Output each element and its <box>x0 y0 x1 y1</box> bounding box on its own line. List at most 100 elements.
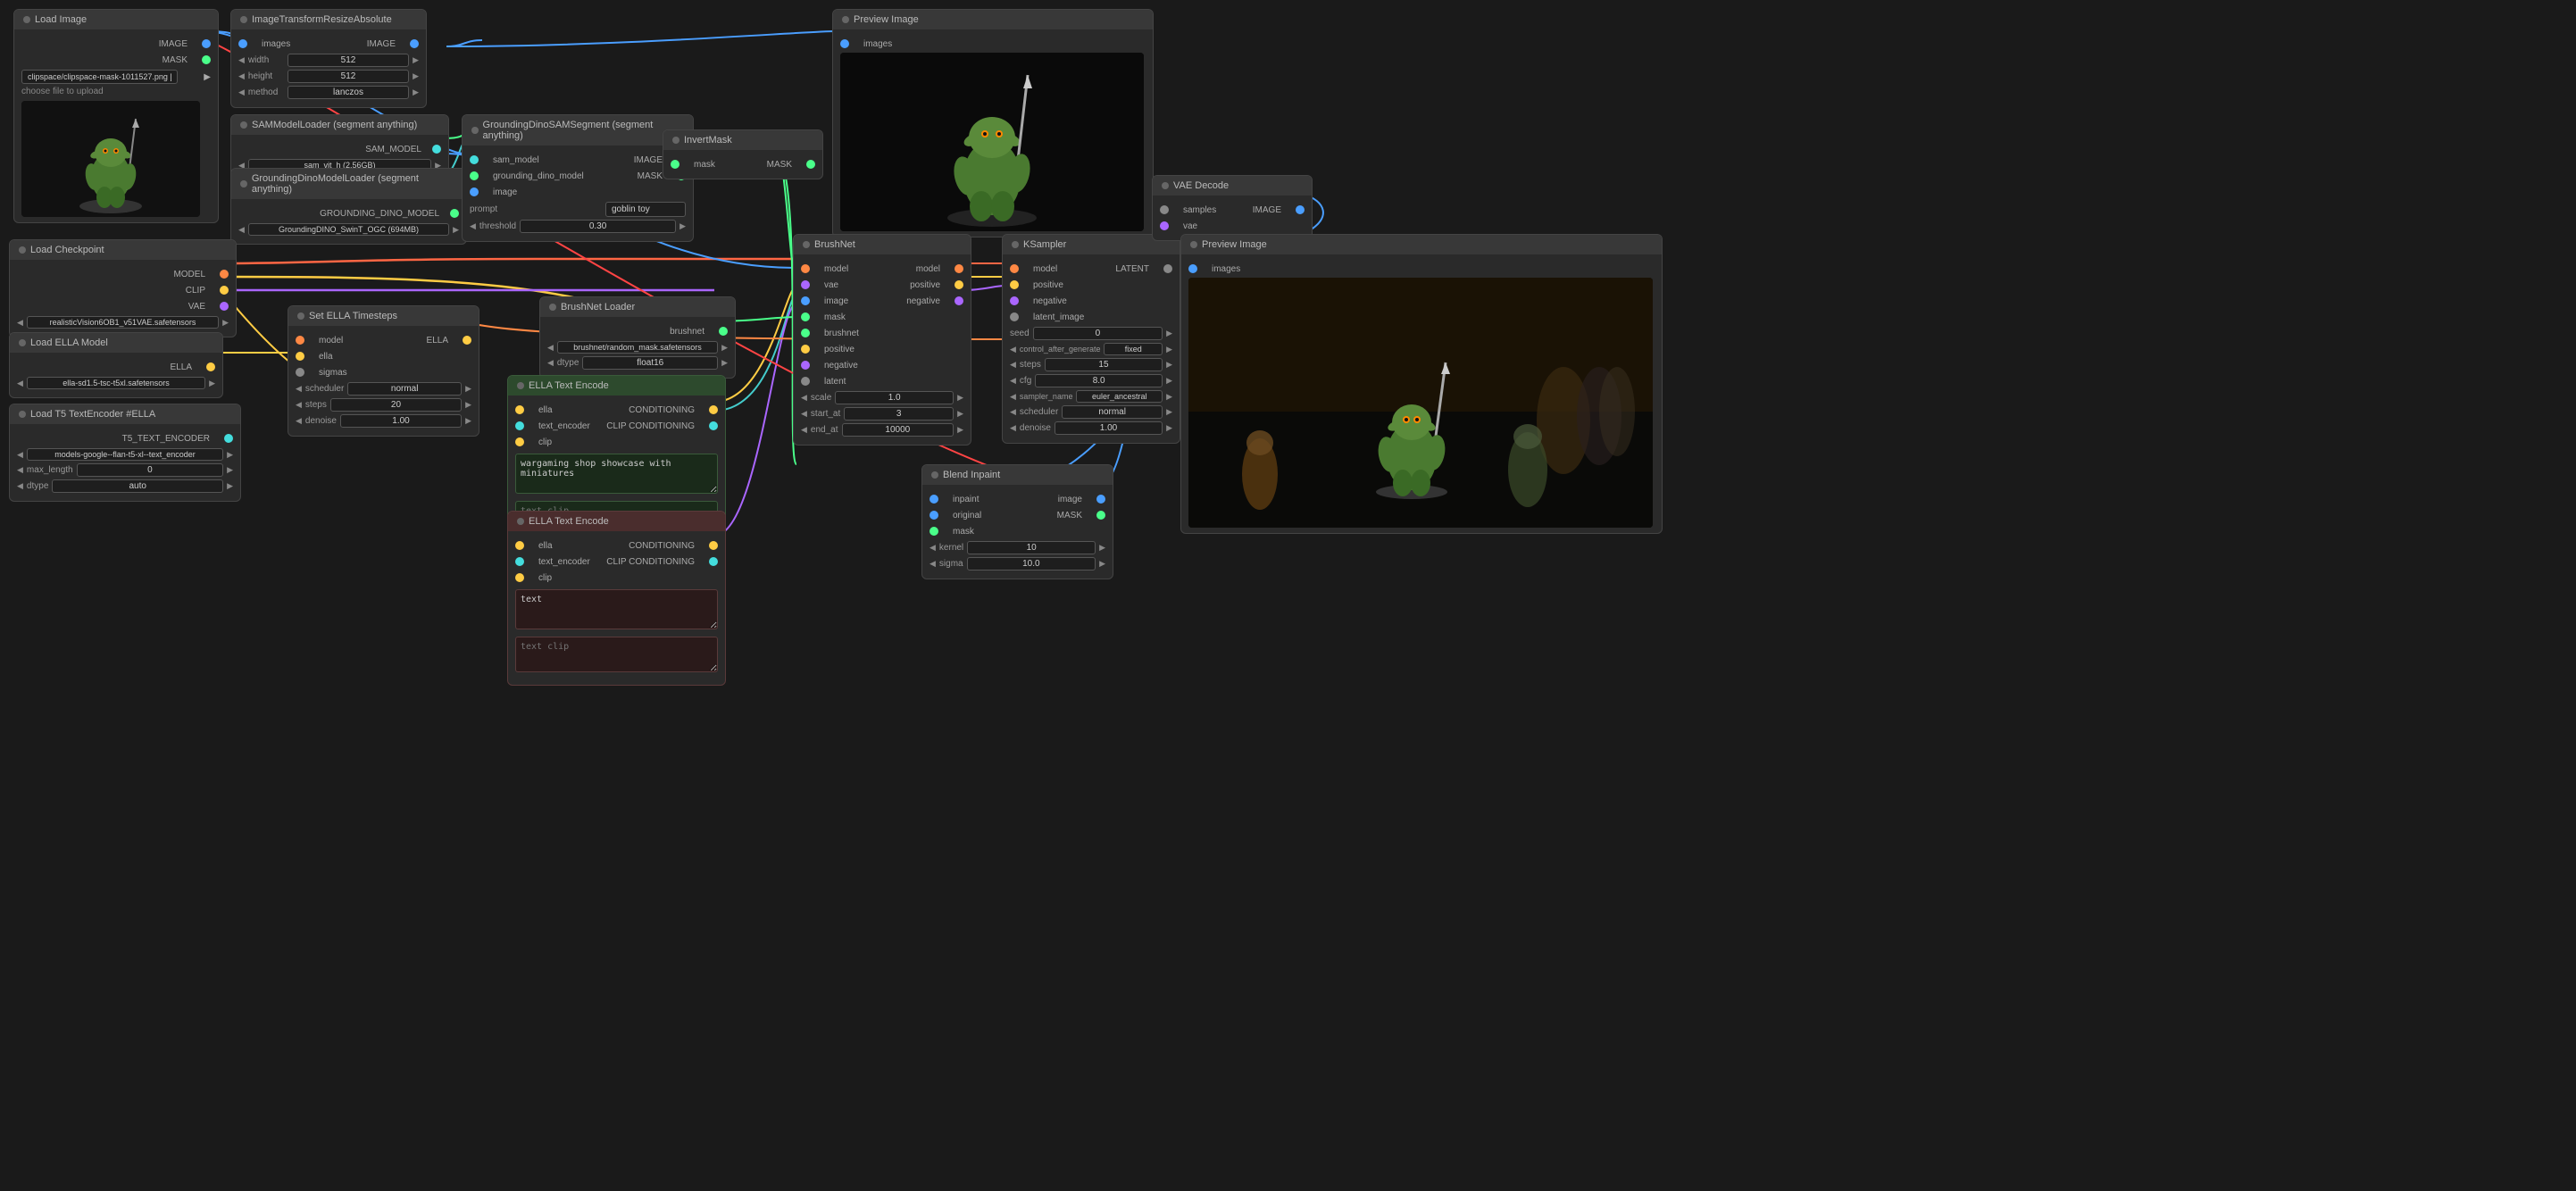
bnet-left[interactable]: ◀ <box>547 343 554 353</box>
height-right-arrow[interactable]: ▶ <box>413 71 419 81</box>
bi-mask-port[interactable] <box>930 527 938 536</box>
positive-text-input[interactable]: wargaming shop showcase with miniatures <box>515 454 718 494</box>
preview-images-port[interactable] <box>840 39 849 48</box>
bn-pos-out-port[interactable] <box>955 280 963 289</box>
kernel-value[interactable]: 10 <box>967 541 1096 554</box>
neg-conditioning-out-port[interactable] <box>709 541 718 550</box>
prompt-input[interactable] <box>605 202 686 217</box>
bi-mask-out-port[interactable] <box>1096 511 1105 520</box>
bnet-right[interactable]: ▶ <box>721 343 728 353</box>
dtype2-value[interactable]: float16 <box>582 356 718 370</box>
denoise-ella-left[interactable]: ◀ <box>296 416 302 426</box>
method-left-arrow[interactable]: ◀ <box>238 87 245 97</box>
start-right[interactable]: ▶ <box>957 409 963 419</box>
t5-name-left[interactable]: ◀ <box>17 450 23 460</box>
denoise-ella-value[interactable]: 1.00 <box>340 414 462 428</box>
ella-name-value[interactable]: ella-sd1.5-tsc-t5xl.safetensors <box>27 377 205 389</box>
enc-t5-port[interactable] <box>515 421 524 430</box>
dtype-value[interactable]: auto <box>52 479 223 493</box>
vae-samples-port[interactable] <box>1160 205 1169 214</box>
width-value[interactable]: 512 <box>288 54 409 67</box>
thresh-left[interactable]: ◀ <box>470 221 476 231</box>
ks-ctrl-left[interactable]: ◀ <box>1010 345 1016 354</box>
bnet-value[interactable]: brushnet/random_mask.safetensors <box>557 341 718 354</box>
neg-clip-port[interactable] <box>515 573 524 582</box>
bn-image-port[interactable] <box>801 296 810 305</box>
ks-samp-right[interactable]: ▶ <box>1166 392 1172 402</box>
bn-latent-port[interactable] <box>801 377 810 386</box>
dino-model-value[interactable]: GroundingDINO_SwinT_OGC (694MB) <box>248 223 449 236</box>
model-in-port[interactable] <box>296 336 304 345</box>
ella-in-port[interactable] <box>296 352 304 361</box>
denoise-ella-right[interactable]: ▶ <box>465 416 471 426</box>
bi-image-out-port[interactable] <box>1096 495 1105 504</box>
image-output-port[interactable] <box>202 39 211 48</box>
neg-ella-port[interactable] <box>515 541 524 550</box>
height-left-arrow[interactable]: ◀ <box>238 71 245 81</box>
mask-out2-port[interactable] <box>806 160 815 169</box>
ks-latent-port[interactable] <box>1010 312 1019 321</box>
ella-out2-port[interactable] <box>463 336 471 345</box>
ks-steps-value[interactable]: 15 <box>1045 358 1163 371</box>
start-value[interactable]: 3 <box>844 407 954 421</box>
t5-out-port[interactable] <box>224 434 233 443</box>
dino-model-right[interactable]: ▶ <box>453 225 459 235</box>
negative-clip-input[interactable] <box>515 637 718 672</box>
negative-text-input[interactable]: text <box>515 589 718 629</box>
ks-cfg-value[interactable]: 8.0 <box>1035 374 1163 387</box>
ks-den-right[interactable]: ▶ <box>1166 423 1172 433</box>
ks-cfg-right[interactable]: ▶ <box>1166 376 1172 386</box>
sigma-value[interactable]: 10.0 <box>967 557 1096 571</box>
mask-output-port[interactable] <box>202 55 211 64</box>
conditioning-out-port[interactable] <box>709 405 718 414</box>
height-value[interactable]: 512 <box>288 70 409 83</box>
sched-left[interactable]: ◀ <box>296 384 302 394</box>
sigma-left[interactable]: ◀ <box>930 559 936 569</box>
vae-out-port[interactable] <box>220 302 229 311</box>
dino-output-port[interactable] <box>450 209 459 218</box>
steps-ella-left[interactable]: ◀ <box>296 400 302 410</box>
t5-name-right[interactable]: ▶ <box>227 450 233 460</box>
image-in-port[interactable] <box>470 187 479 196</box>
ks-cfg-left[interactable]: ◀ <box>1010 376 1016 386</box>
prev-images-port[interactable] <box>1188 264 1197 273</box>
dino-model-left[interactable]: ◀ <box>238 225 245 235</box>
bn-model-port[interactable] <box>801 264 810 273</box>
clip-out-port[interactable] <box>220 286 229 295</box>
ks-negative-port[interactable] <box>1010 296 1019 305</box>
dtype2-left[interactable]: ◀ <box>547 358 554 368</box>
ks-ctrl-value[interactable]: fixed <box>1104 343 1163 355</box>
ks-latent-out-port[interactable] <box>1163 264 1172 273</box>
bi-original-port[interactable] <box>930 511 938 520</box>
kernel-right[interactable]: ▶ <box>1099 543 1105 553</box>
images-input-port[interactable] <box>238 39 247 48</box>
model-out-port[interactable] <box>220 270 229 279</box>
sigma-right[interactable]: ▶ <box>1099 559 1105 569</box>
kernel-left[interactable]: ◀ <box>930 543 936 553</box>
ks-steps-right[interactable]: ▶ <box>1166 360 1172 370</box>
filename-input[interactable] <box>21 70 178 84</box>
bn-positive-port[interactable] <box>801 345 810 354</box>
vae-image-out-port[interactable] <box>1296 205 1305 214</box>
ckpt-left[interactable]: ◀ <box>17 318 23 328</box>
scale-left[interactable]: ◀ <box>801 393 807 403</box>
brushnet-out-port[interactable] <box>719 327 728 336</box>
sigmas-port[interactable] <box>296 368 304 377</box>
ks-seed-right[interactable]: ▶ <box>1166 329 1172 338</box>
ckpt-right[interactable]: ▶ <box>222 318 229 328</box>
t5-name-value[interactable]: models-google--flan-t5-xl--text_encoder <box>27 448 223 461</box>
maxlen-left[interactable]: ◀ <box>17 465 23 475</box>
bi-inpaint-port[interactable] <box>930 495 938 504</box>
width-right-arrow[interactable]: ▶ <box>413 55 419 65</box>
ks-sched-left[interactable]: ◀ <box>1010 407 1016 417</box>
vae-vae-port[interactable] <box>1160 221 1169 230</box>
ks-model-port[interactable] <box>1010 264 1019 273</box>
end-right[interactable]: ▶ <box>957 425 963 435</box>
method-right-arrow[interactable]: ▶ <box>413 87 419 97</box>
width-left-arrow[interactable]: ◀ <box>238 55 245 65</box>
method-value[interactable]: lanczos <box>288 86 409 99</box>
mask-in-port[interactable] <box>671 160 679 169</box>
bn-vae-port[interactable] <box>801 280 810 289</box>
thresh-right[interactable]: ▶ <box>679 221 686 231</box>
maxlen-value[interactable]: 0 <box>77 463 223 477</box>
